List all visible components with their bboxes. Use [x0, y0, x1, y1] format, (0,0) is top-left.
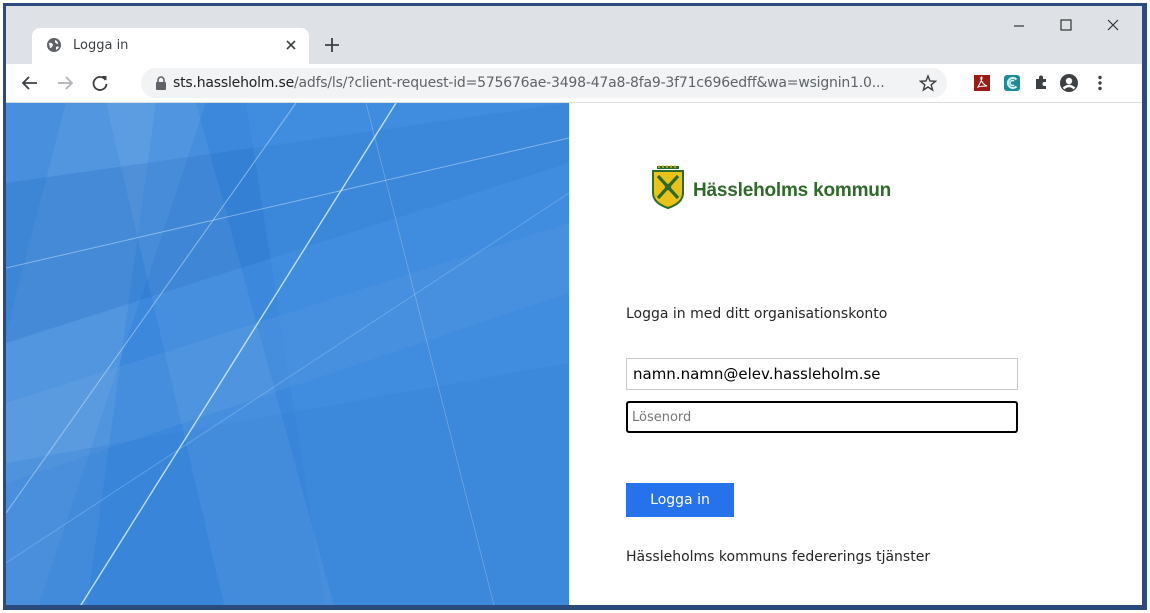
address-bar[interactable]: sts.hassleholm.se/adfs/ls/?client-reques… [141, 68, 947, 98]
window-close-icon[interactable] [1098, 14, 1128, 36]
maximize-icon[interactable] [1051, 14, 1081, 36]
footer-text: Hässleholms kommuns federerings tjänster [626, 549, 931, 565]
browser-toolbar: sts.hassleholm.se/adfs/ls/?client-reques… [6, 64, 1142, 103]
tab-strip: Logga in [6, 6, 1142, 64]
menu-icon[interactable] [1090, 73, 1110, 93]
back-arrow-icon[interactable] [20, 73, 40, 93]
background-art [6, 103, 569, 605]
reload-icon[interactable] [90, 73, 110, 93]
pdf-extension-icon[interactable] [972, 73, 992, 93]
login-panel: Hässleholms kommun Logga in med ditt org… [569, 103, 1142, 605]
login-heading: Logga in med ditt organisationskonto [626, 306, 888, 322]
new-tab-icon[interactable] [323, 36, 341, 54]
login-button[interactable]: Logga in [626, 483, 734, 517]
globe-icon [47, 38, 61, 52]
tab-title: Logga in [73, 38, 129, 53]
forward-arrow-icon[interactable] [55, 73, 75, 93]
logo-text: Hässleholms kommun [693, 180, 892, 201]
password-input[interactable] [626, 401, 1018, 433]
url-text: sts.hassleholm.se/adfs/ls/?client-reques… [173, 75, 885, 91]
url-host: sts.hassleholm.se [173, 75, 294, 91]
minimize-icon[interactable] [1004, 14, 1034, 36]
coat-of-arms-icon [652, 165, 684, 209]
page-content: Hässleholms kommun Logga in med ditt org… [6, 103, 1142, 605]
extensions-puzzle-icon[interactable] [1031, 73, 1051, 93]
browser-tab[interactable]: Logga in [32, 28, 309, 64]
url-path: /adfs/ls/?client-request-id=575676ae-349… [294, 75, 885, 91]
lock-icon[interactable] [155, 76, 167, 90]
municipality-logo: Hässleholms kommun [651, 165, 911, 215]
sync-extension-icon[interactable] [1002, 73, 1022, 93]
close-tab-icon[interactable] [283, 37, 299, 53]
username-input[interactable] [626, 358, 1018, 390]
bookmark-star-icon[interactable] [919, 74, 937, 92]
browser-window: Logga in sts.hassleholm.se/adfs/ls/?clie… [3, 3, 1147, 610]
profile-icon[interactable] [1059, 73, 1079, 93]
background-illustration [6, 103, 569, 605]
